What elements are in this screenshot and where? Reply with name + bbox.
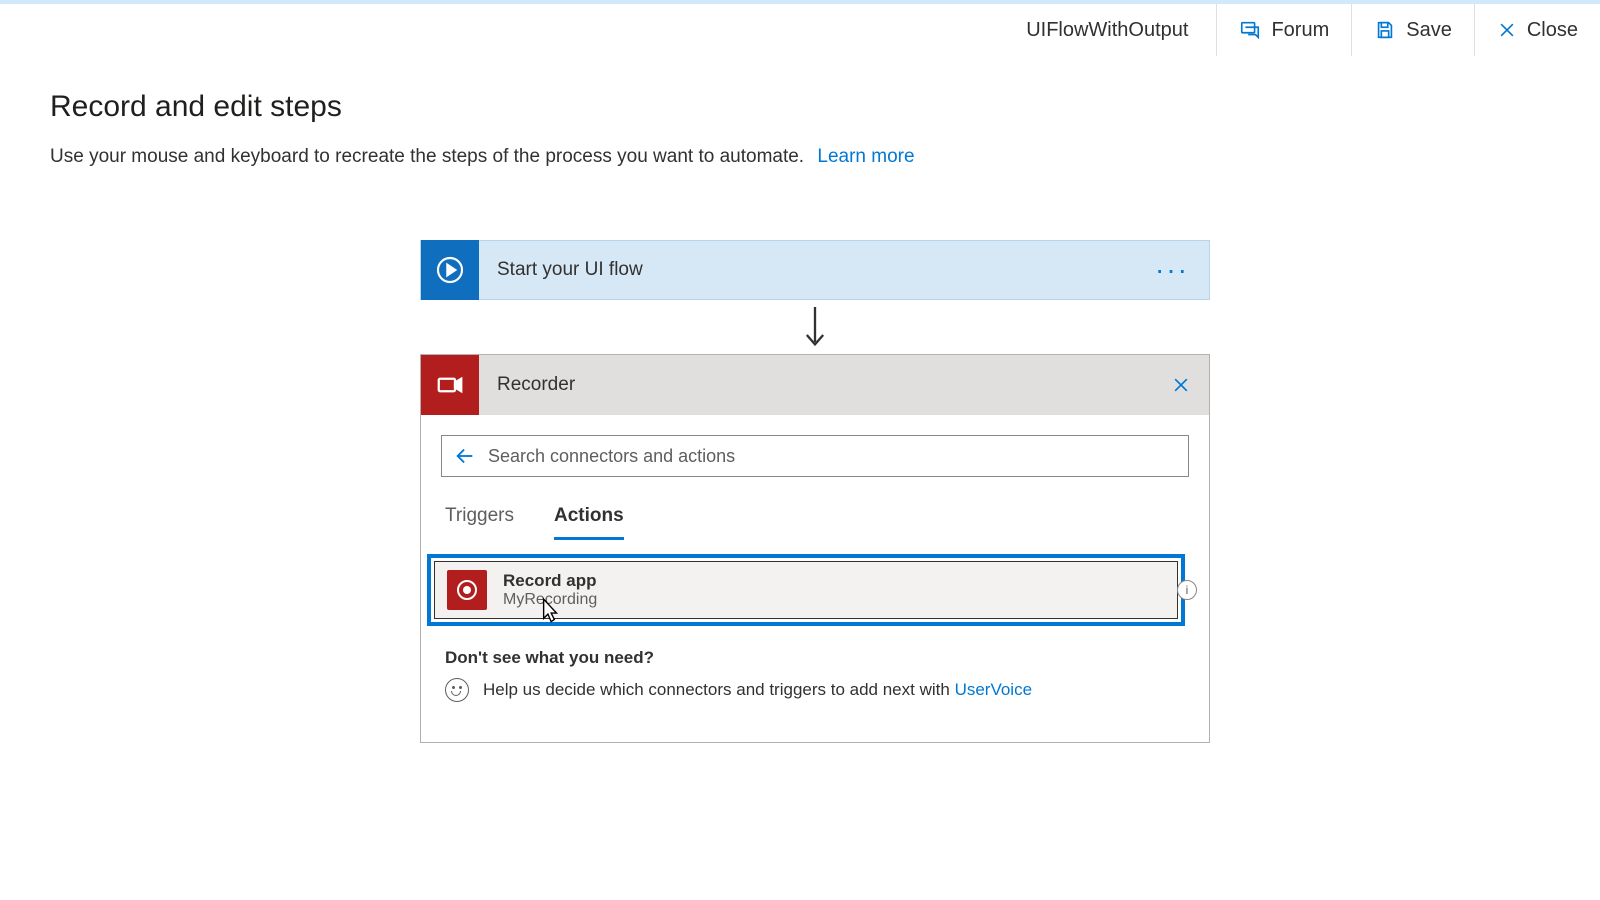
start-step-more-button[interactable]: ··· [1155, 254, 1189, 286]
start-step-icon [421, 240, 479, 300]
record-app-icon [447, 570, 487, 610]
start-step-card[interactable]: Start your UI flow ··· [420, 240, 1210, 300]
close-icon [1497, 20, 1517, 40]
recorder-tabs: Triggers Actions [445, 497, 1189, 540]
info-icon[interactable]: i [1177, 580, 1197, 600]
top-toolbar: UIFlowWithOutput Forum Save Close [0, 0, 1600, 56]
start-step-label: Start your UI flow [497, 259, 643, 281]
learn-more-link[interactable]: Learn more [817, 146, 914, 167]
page-header: Record and edit steps Use your mouse and… [50, 90, 915, 168]
help-section: Don't see what you need? Help us decide … [445, 648, 1189, 702]
help-text: Help us decide which connectors and trig… [483, 680, 950, 699]
uservoice-link[interactable]: UserVoice [955, 680, 1032, 699]
action-title: Record app [503, 571, 597, 591]
recorder-body: Triggers Actions Record app MyRecording [421, 415, 1209, 742]
flow-canvas: Start your UI flow ··· Recorder [420, 240, 1210, 743]
forum-label: Forum [1271, 19, 1329, 42]
search-input[interactable] [488, 446, 1176, 467]
connector-arrow [420, 304, 1210, 352]
tab-actions[interactable]: Actions [554, 497, 624, 540]
recorder-header[interactable]: Recorder [421, 355, 1209, 415]
recorder-title: Recorder [497, 374, 575, 396]
tab-triggers[interactable]: Triggers [445, 497, 514, 540]
forum-button[interactable]: Forum [1216, 4, 1351, 56]
flow-name-label: UIFlowWithOutput [1026, 19, 1216, 42]
close-button[interactable]: Close [1474, 4, 1600, 56]
search-back-button[interactable] [454, 445, 476, 467]
page-subtitle: Use your mouse and keyboard to recreate … [50, 146, 804, 167]
save-button[interactable]: Save [1351, 4, 1474, 56]
save-label: Save [1406, 19, 1452, 42]
help-heading: Don't see what you need? [445, 648, 1189, 668]
smile-icon [445, 678, 469, 702]
recorder-step-card: Recorder Triggers Actions [420, 354, 1210, 743]
action-item-highlight: Record app MyRecording i [427, 554, 1185, 626]
action-subtitle: MyRecording [503, 591, 597, 609]
search-connectors-row [441, 435, 1189, 477]
save-icon [1374, 19, 1396, 41]
close-label: Close [1527, 19, 1578, 42]
page-title: Record and edit steps [50, 90, 915, 124]
action-record-app[interactable]: Record app MyRecording [434, 561, 1178, 619]
forum-icon [1239, 19, 1261, 41]
recorder-icon [421, 355, 479, 415]
recorder-close-button[interactable] [1171, 375, 1191, 395]
